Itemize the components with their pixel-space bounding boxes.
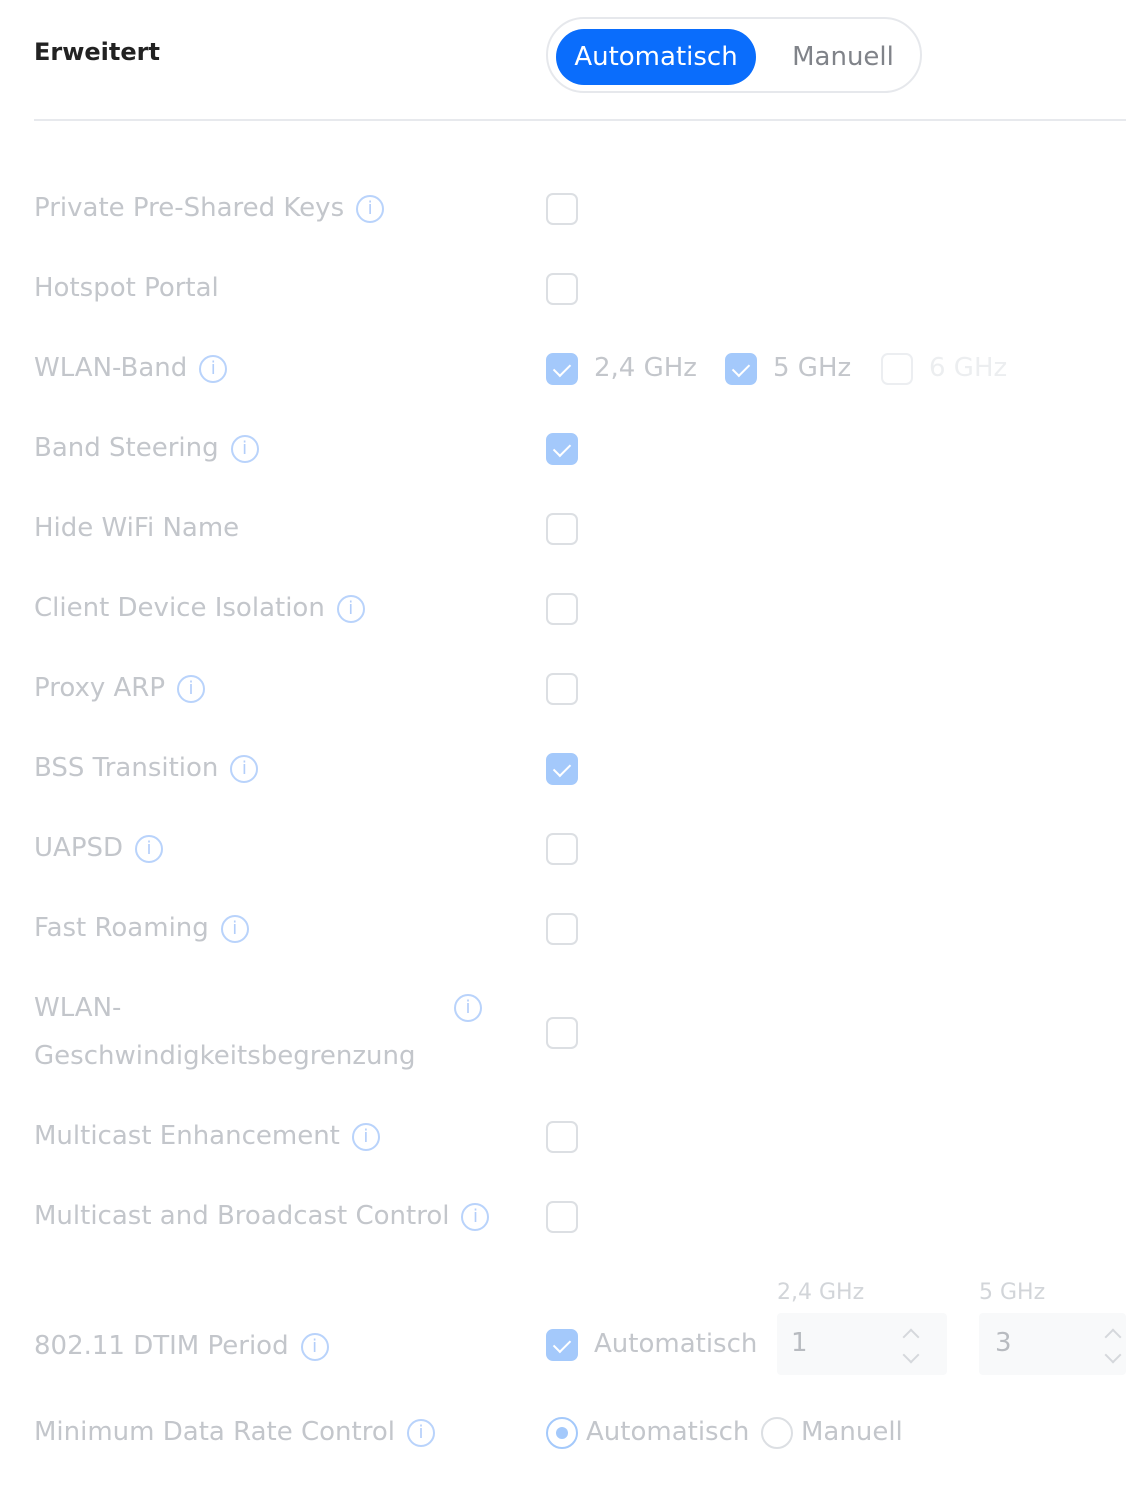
dtim-column-24ghz: 2,4 GHz — [777, 1280, 865, 1305]
checkbox-fast-roaming[interactable] — [546, 913, 578, 945]
checkbox-band-24ghz[interactable] — [546, 353, 578, 385]
row-label-wlan-rate-limit-line1: WLAN- — [34, 993, 122, 1023]
row-label-wlan-rate-limit-line2: Geschwindigkeitsbegrenzung — [34, 1041, 416, 1071]
row-label-text: Band Steering — [34, 433, 219, 463]
dtim-column-5ghz: 5 GHz — [979, 1280, 1046, 1305]
row-label-multicast-enhancement: Multicast Enhancement i — [34, 1121, 380, 1151]
info-icon[interactable]: i — [220, 914, 249, 943]
checkbox-wlan-rate-limit[interactable] — [546, 1017, 578, 1049]
info-icon[interactable]: i — [230, 754, 259, 783]
dtim-auto-label: Automatisch — [594, 1329, 758, 1359]
checkbox-band-steering[interactable] — [546, 433, 578, 465]
checkbox-band-5ghz[interactable] — [725, 353, 757, 385]
band-6ghz-label: 6 GHz — [929, 353, 1008, 383]
row-label-proxy-arp: Proxy ARP i — [34, 673, 206, 703]
row-label-text: Multicast and Broadcast Control — [34, 1201, 450, 1231]
row-label-text: Private Pre-Shared Keys — [34, 193, 345, 223]
info-icon[interactable]: i — [406, 1418, 435, 1447]
row-label-min-data-rate: Minimum Data Rate Control i — [34, 1417, 435, 1447]
min-rate-manual-label: Manuell — [801, 1417, 903, 1447]
info-icon-wrapper: i — [442, 994, 482, 1022]
dtim-24ghz-input[interactable]: 1 — [777, 1313, 947, 1375]
row-label-client-isolation: Client Device Isolation i — [34, 593, 365, 623]
checkbox-client-isolation[interactable] — [546, 593, 578, 625]
mode-automatic-button[interactable]: Automatisch — [556, 29, 756, 85]
checkbox-multicast-broadcast-control[interactable] — [546, 1201, 578, 1233]
info-icon[interactable]: i — [300, 1332, 329, 1361]
row-label-text: Proxy ARP — [34, 673, 166, 703]
row-label-private-psk: Private Pre-Shared Keys i — [34, 193, 385, 223]
row-label-text: UAPSD — [34, 833, 124, 863]
row-label-fast-roaming: Fast Roaming i — [34, 913, 249, 943]
checkbox-bss-transition[interactable] — [546, 753, 578, 785]
checkbox-band-6ghz[interactable] — [881, 353, 913, 385]
row-label-bss-transition: BSS Transition i — [34, 753, 259, 783]
stepper-up-icon[interactable] — [1104, 1328, 1122, 1346]
info-icon[interactable]: i — [230, 434, 259, 463]
checkbox-multicast-enhancement[interactable] — [546, 1121, 578, 1153]
stepper-up-icon[interactable] — [902, 1328, 920, 1346]
row-label-band-steering: Band Steering i — [34, 433, 259, 463]
divider — [34, 119, 1126, 121]
info-icon[interactable]: i — [177, 674, 206, 703]
row-label-text: Hide WiFi Name — [34, 513, 240, 543]
stepper-down-icon[interactable] — [1104, 1346, 1122, 1364]
row-label-text: Fast Roaming — [34, 913, 209, 943]
row-label-text: Client Device Isolation — [34, 593, 325, 623]
mode-toggle: Automatisch Manuell — [546, 17, 922, 93]
info-icon[interactable]: i — [135, 834, 164, 863]
info-icon[interactable]: i — [356, 194, 385, 223]
checkbox-hide-wifi-name[interactable] — [546, 513, 578, 545]
section-title: Erweitert — [34, 38, 160, 66]
dtim-24ghz-value: 1 — [791, 1328, 808, 1358]
band-24ghz-label: 2,4 GHz — [594, 353, 697, 383]
checkbox-dtim-auto[interactable] — [546, 1329, 578, 1361]
row-label-multicast-broadcast-control: Multicast and Broadcast Control i — [34, 1201, 490, 1231]
row-label-dtim-period: 802.11 DTIM Period i — [34, 1331, 329, 1361]
row-label-text: Hotspot Portal — [34, 273, 219, 303]
checkbox-hotspot-portal[interactable] — [546, 273, 578, 305]
row-label-text: Minimum Data Rate Control — [34, 1417, 395, 1447]
row-label-text: 802.11 DTIM Period — [34, 1331, 289, 1361]
band-5ghz-label: 5 GHz — [773, 353, 852, 383]
checkbox-private-psk[interactable] — [546, 193, 578, 225]
row-label-hide-wifi-name: Hide WiFi Name — [34, 513, 239, 543]
stepper-down-icon[interactable] — [902, 1346, 920, 1364]
row-label-uapsd: UAPSD i — [34, 833, 164, 863]
row-label-text: BSS Transition — [34, 753, 219, 783]
row-label-hotspot-portal: Hotspot Portal — [34, 273, 219, 303]
row-label-text: Multicast Enhancement — [34, 1121, 340, 1151]
radio-min-rate-manual[interactable] — [761, 1417, 793, 1449]
row-label-wlan-band: WLAN-Band i — [34, 353, 228, 383]
checkbox-proxy-arp[interactable] — [546, 673, 578, 705]
dtim-5ghz-value: 3 — [995, 1328, 1012, 1358]
info-icon[interactable]: i — [336, 594, 365, 623]
min-rate-auto-label: Automatisch — [586, 1417, 750, 1447]
mode-manual-button[interactable]: Manuell — [770, 29, 916, 85]
row-label-text: WLAN-Band — [34, 353, 188, 383]
checkbox-uapsd[interactable] — [546, 833, 578, 865]
dtim-5ghz-input[interactable]: 3 — [979, 1313, 1126, 1375]
info-icon[interactable]: i — [454, 994, 482, 1022]
info-icon[interactable]: i — [199, 354, 228, 383]
info-icon[interactable]: i — [461, 1202, 490, 1231]
radio-min-rate-auto[interactable] — [546, 1417, 578, 1449]
info-icon[interactable]: i — [351, 1122, 380, 1151]
